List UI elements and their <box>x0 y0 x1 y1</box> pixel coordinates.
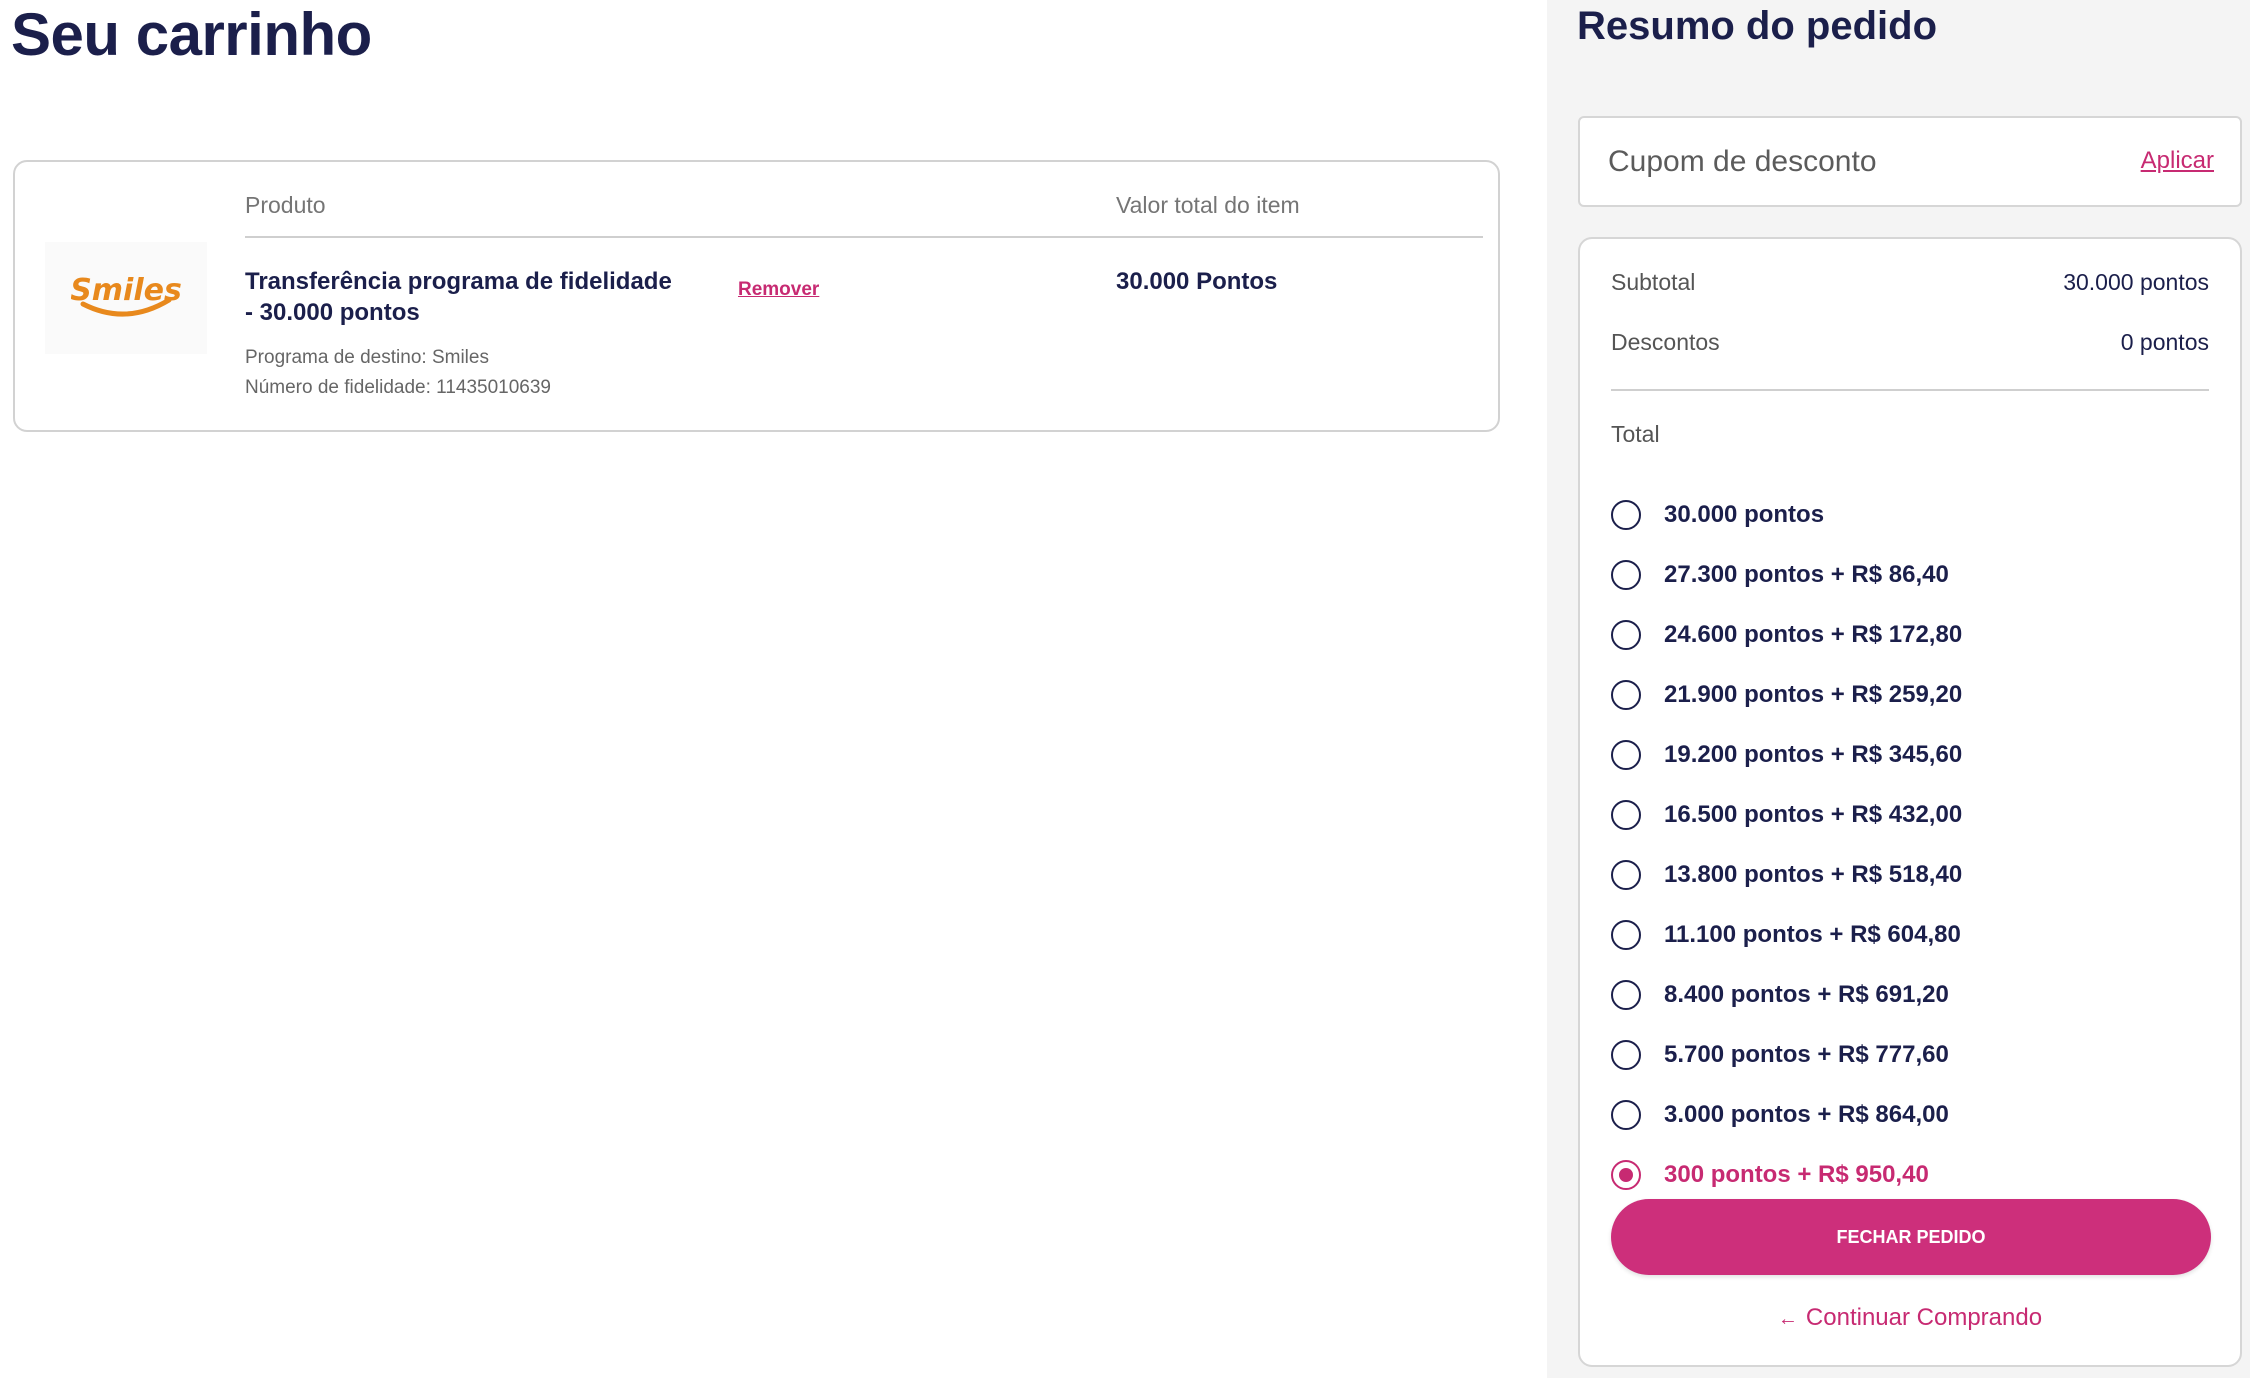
payment-option[interactable]: 30.000 pontos <box>1611 498 2171 538</box>
payment-option[interactable]: 3.000 pontos + R$ 864,00 <box>1611 1098 2171 1138</box>
payment-option-label: 300 pontos + R$ 950,40 <box>1664 1161 1929 1188</box>
discounts-label: Descontos <box>1611 329 1720 355</box>
subtotal-label: Subtotal <box>1611 269 1696 295</box>
payment-option[interactable]: 5.700 pontos + R$ 777,60 <box>1611 1038 2171 1078</box>
payment-option[interactable]: 300 pontos + R$ 950,40 <box>1611 1158 2171 1198</box>
payment-option-label: 8.400 pontos + R$ 691,20 <box>1664 981 1949 1008</box>
payment-option-label: 3.000 pontos + R$ 864,00 <box>1664 1101 1949 1128</box>
radio-icon[interactable] <box>1611 740 1641 770</box>
radio-icon[interactable] <box>1611 800 1641 830</box>
product-column-header: Produto <box>245 192 326 218</box>
payment-option-label: 11.100 pontos + R$ 604,80 <box>1664 921 1961 948</box>
total-value-column-header: Valor total do item <box>1116 192 1300 218</box>
subtotal-row: Subtotal 30.000 pontos <box>1611 269 2209 296</box>
discounts-row: Descontos 0 pontos <box>1611 329 2209 356</box>
payment-option-label: 13.800 pontos + R$ 518,40 <box>1664 861 1963 888</box>
radio-icon[interactable] <box>1611 500 1641 530</box>
smiles-logo-mark: Smiles <box>71 273 181 317</box>
continue-shopping-link[interactable]: ← Continuar Comprando <box>1580 1304 2240 1332</box>
payment-option-label: 5.700 pontos + R$ 777,60 <box>1664 1041 1949 1068</box>
radio-icon[interactable] <box>1611 980 1641 1010</box>
payment-option[interactable]: 19.200 pontos + R$ 345,60 <box>1611 738 2171 778</box>
radio-icon[interactable] <box>1611 680 1641 710</box>
checkout-button[interactable]: FECHAR PEDIDO <box>1611 1199 2211 1275</box>
payment-option-label: 30.000 pontos <box>1664 501 1825 528</box>
continue-shopping-label: Continuar Comprando <box>1805 1304 2043 1331</box>
item-total-value: 30.000 Pontos <box>1116 268 1278 295</box>
radio-icon[interactable] <box>1611 620 1641 650</box>
destination-program: Programa de destino: Smiles <box>245 347 489 368</box>
arrow-left-icon: ← <box>1777 1308 1798 1330</box>
apply-coupon-link[interactable]: Aplicar <box>2141 147 2214 175</box>
cart-item-card: Produto Valor total do item Smiles Trans… <box>13 160 1500 432</box>
radio-icon[interactable] <box>1611 920 1641 950</box>
payment-option[interactable]: 24.600 pontos + R$ 172,80 <box>1611 618 2171 658</box>
summary-title: Resumo do pedido <box>1577 4 1937 48</box>
remove-item-link[interactable]: Remover <box>738 279 819 301</box>
payment-option[interactable]: 27.300 pontos + R$ 86,40 <box>1611 558 2171 598</box>
radio-selected-icon[interactable] <box>1611 1160 1641 1190</box>
radio-icon[interactable] <box>1611 1040 1641 1070</box>
payment-option-label: 27.300 pontos + R$ 86,40 <box>1664 561 1949 588</box>
summary-card: Subtotal 30.000 pontos Descontos 0 ponto… <box>1578 237 2242 1367</box>
payment-option[interactable]: 11.100 pontos + R$ 604,80 <box>1611 918 2171 958</box>
discounts-value: 0 pontos <box>2120 329 2209 355</box>
summary-divider <box>1611 389 2209 391</box>
subtotal-value: 30.000 pontos <box>2063 269 2209 295</box>
smiles-logo: Smiles <box>45 242 207 354</box>
cart-section: Seu carrinho Produto Valor total do item… <box>0 0 1547 1378</box>
radio-icon[interactable] <box>1611 560 1641 590</box>
radio-icon[interactable] <box>1611 860 1641 890</box>
payment-option-label: 24.600 pontos + R$ 172,80 <box>1664 621 1963 648</box>
page-title: Seu carrinho <box>11 1 372 68</box>
payment-option[interactable]: 8.400 pontos + R$ 691,20 <box>1611 978 2171 1018</box>
radio-icon[interactable] <box>1611 1100 1641 1130</box>
total-label: Total <box>1611 421 1660 447</box>
payment-option[interactable]: 13.800 pontos + R$ 518,40 <box>1611 858 2171 898</box>
payment-option[interactable]: 16.500 pontos + R$ 432,00 <box>1611 798 2171 838</box>
product-name: Transferência programa de fidelidade - 3… <box>245 268 672 326</box>
payment-option-label: 21.900 pontos + R$ 259,20 <box>1664 681 1963 708</box>
coupon-box: Aplicar <box>1578 116 2242 207</box>
loyalty-number: Número de fidelidade: 11435010639 <box>245 377 551 398</box>
coupon-input[interactable] <box>1606 136 2090 188</box>
header-divider <box>245 236 1483 238</box>
payment-option[interactable]: 21.900 pontos + R$ 259,20 <box>1611 678 2171 718</box>
payment-option-label: 16.500 pontos + R$ 432,00 <box>1664 801 1963 828</box>
payment-option-label: 19.200 pontos + R$ 345,60 <box>1664 741 1963 768</box>
